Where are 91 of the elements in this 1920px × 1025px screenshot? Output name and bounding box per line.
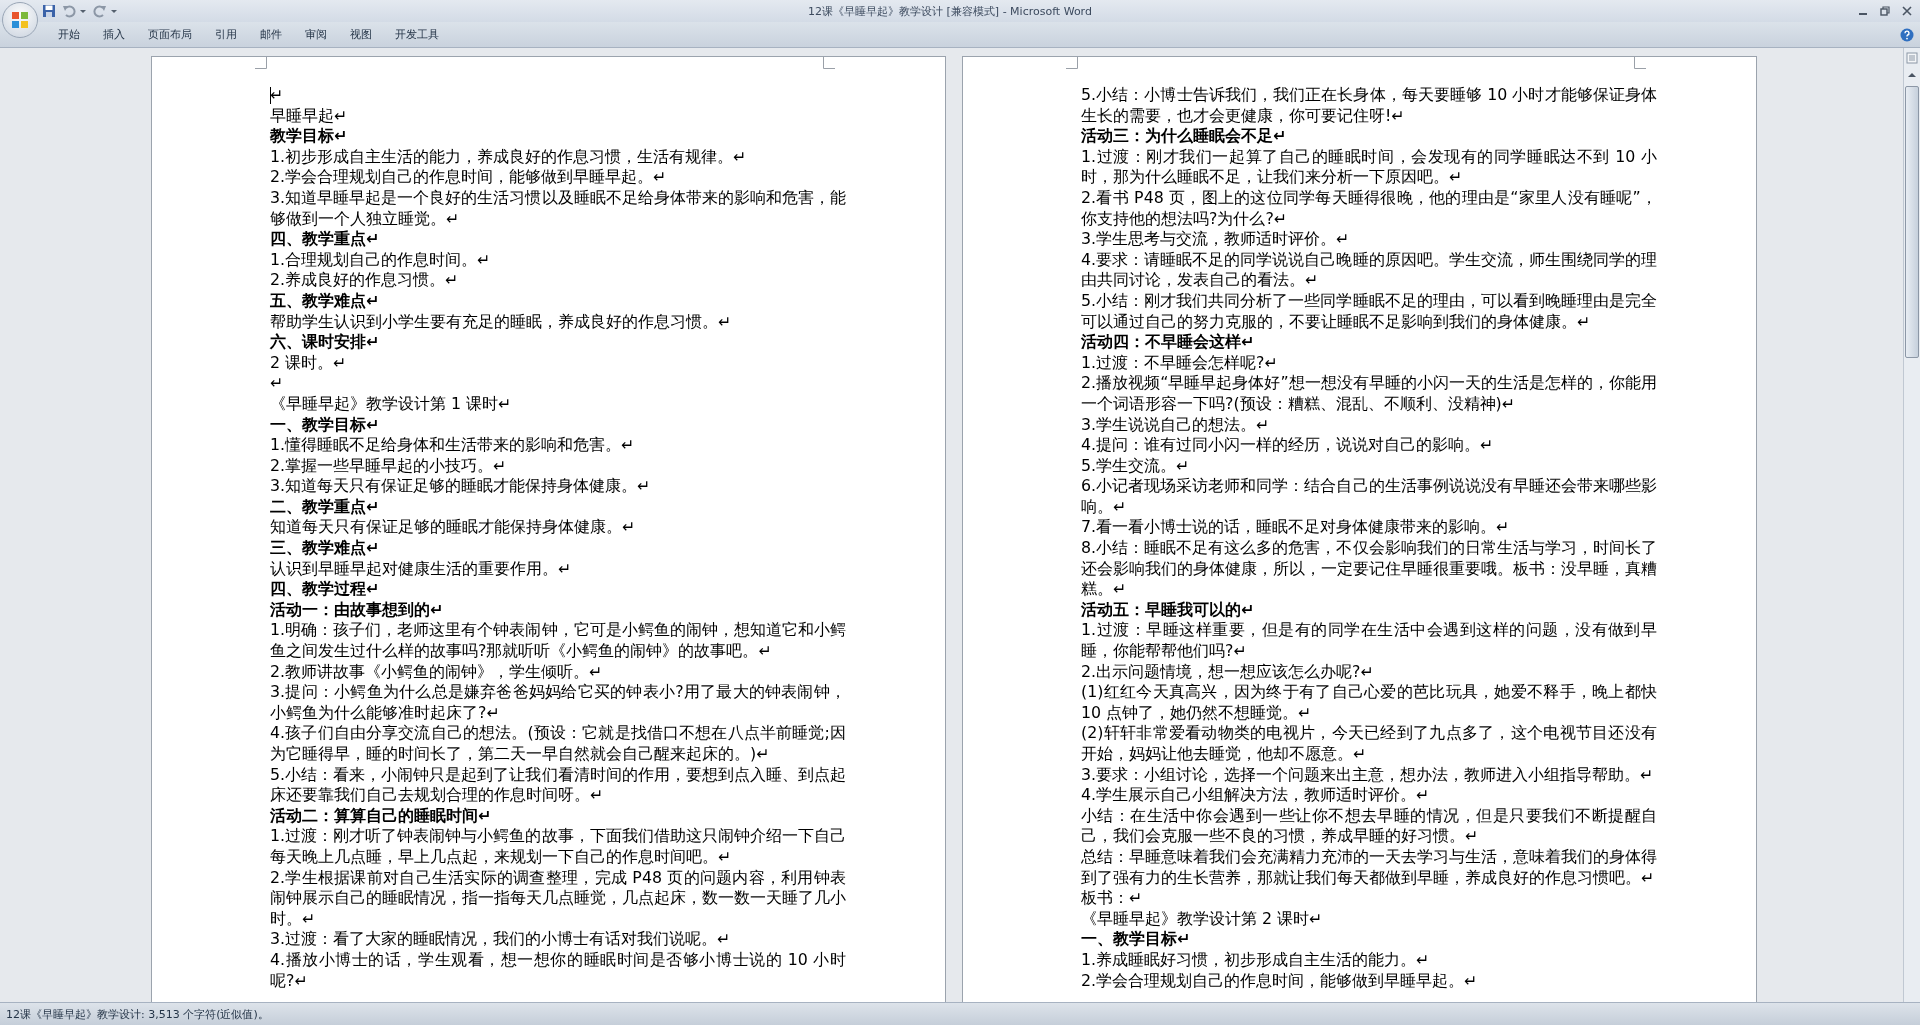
paragraph: 1.养成睡眠好习惯，初步形成自主生活的能力。↵: [1081, 949, 1431, 971]
paragraph: 5.小结：小博士告诉我们，我们正在长身体，每天要睡够 10 小时才能够保证身体生长的需要，也才会更健康，你可要记住呀!↵: [1081, 85, 1657, 127]
ribbon-tab[interactable]: 开发工具: [385, 25, 449, 44]
paragraph: 活动二：算算自己的睡眠时间↵: [270, 805, 493, 827]
margin-corner-icon: [823, 57, 835, 69]
paragraph: 1.明确：孩子们，老师这里有个钟表闹钟，它可是小鳄鱼的闹钟，想知道它和小鳄鱼之间发生过什么样的故事吗?那就听听《小鳄鱼的闹钟》的故事吧。↵: [270, 620, 846, 662]
paragraph: 早睡早起↵: [270, 105, 349, 127]
paragraph: 2 课时。↵: [270, 352, 348, 374]
paragraph: 小结：在生活中你会遇到一些让你不想去早睡的情况，但是只要我们不断提醒自己，我们会克服一些不良的习惯，养成早睡的好习惯。↵: [1081, 805, 1657, 847]
paragraph: 一、教学目标↵: [270, 414, 381, 436]
paragraph: 1.过渡：早睡这样重要，但是有的同学在生活中会遇到这样的问题，没有做到早睡，你能帮帮他们吗?↵: [1081, 620, 1657, 662]
paragraph: 1.初步形成自主生活的能力，养成良好的作息习惯，生活有规律。↵: [270, 146, 748, 168]
customize-caret-icon[interactable]: [110, 7, 118, 15]
paragraph: 帮助学生认识到小学生要有充足的睡眠，养成良好的作息习惯。↵: [270, 311, 733, 333]
paragraph: 板书：↵: [1081, 888, 1144, 909]
scroll-up-icon[interactable]: [1907, 70, 1917, 80]
margin-corner-icon: [255, 57, 267, 69]
paragraph: 1.合理规划自己的作息时间。↵: [270, 249, 492, 271]
paragraph: 3.知道早睡早起是一个良好的生活习惯以及睡眠不足给身体带来的影响和危害，能够做到一个人独立睡觉。↵: [270, 187, 846, 230]
paragraph: ↵: [270, 373, 285, 394]
paragraph: 1.过渡：刚才听了钟表闹钟与小鳄鱼的故事，下面我们借助这只闹钟介绍一下自己每天晚上几点睡，早上几点起，来规划一下自己的作息时间吧。↵: [270, 826, 846, 868]
paragraph: 4.要求：请睡眠不足的同学说说自己晚睡的原因吧。学生交流，师生围绕同学的理由共同讨论，发表自己的看法。↵: [1081, 249, 1657, 291]
paragraph: 3.知道每天只有保证足够的睡眠才能保持身体健康。↵: [270, 476, 652, 497]
paragraph: 5.学生交流。↵: [1081, 455, 1191, 477]
paragraph: (1)红红今天真高兴，因为终于有了自己心爱的芭比玩具，她爱不释手，晚上都快 10 点钟了，她仍然不想睡觉。↵: [1081, 682, 1657, 724]
paragraph: 2.学会合理规划自己的作息时间，能够做到早睡早起。↵: [1081, 970, 1479, 992]
paragraph: 四、教学重点↵: [270, 229, 381, 250]
paragraph: 一、教学目标↵: [1081, 929, 1192, 950]
paragraph: 2.学会合理规划自己的作息时间，能够做到早睡早起。↵: [270, 167, 668, 188]
paragraph: 4.播放小博士的话，学生观看，想一想你的睡眠时间是否够小博士说的 10 小时呢?↵: [270, 949, 846, 992]
paragraph: 3.学生说说自己的想法。↵: [1081, 414, 1271, 436]
help-icon[interactable]: [1900, 27, 1914, 42]
paragraph: 活动一：由故事想到的↵: [270, 599, 445, 621]
paragraph: 四、教学过程↵: [270, 579, 381, 600]
paragraph: 活动三：为什么睡眠会不足↵: [1081, 126, 1288, 147]
paragraph: 三、教学难点↵: [270, 538, 381, 559]
paragraph: ↵: [270, 85, 285, 106]
office-button[interactable]: [2, 2, 38, 38]
ribbon-tab[interactable]: 插入: [93, 25, 135, 44]
paragraph: 活动四：不早睡会这样↵: [1081, 332, 1256, 353]
paragraph: 2.教师讲故事《小鳄鱼的闹钟》，学生倾听。↵: [270, 661, 604, 683]
ribbon-tab[interactable]: 视图: [340, 25, 382, 44]
paragraph: 2.看书 P48 页，图上的这位同学每天睡得很晚，他的理由是“家里人没有睡呢”，你支持他的想法吗?为什么?↵: [1081, 187, 1657, 230]
ribbon-tab[interactable]: 开始: [48, 25, 90, 44]
paragraph: 3.提问：小鳄鱼为什么总是嫌弃爸爸妈妈给它买的钟表小?用了最大的钟表闹钟，小鳄鱼为什么能够准时起床了?↵: [270, 682, 846, 724]
ribbon-tab[interactable]: 邮件: [250, 25, 292, 44]
paragraph: 4.提问：谁有过同小闪一样的经历，说说对自己的影响。↵: [1081, 435, 1495, 456]
paragraph: 认识到早睡早起对健康生活的重要作用。↵: [270, 558, 573, 580]
paragraph: 活动五：早睡我可以的↵: [1081, 599, 1256, 621]
paragraph: 4.学生展示自己小组解决方法，教师适时评价。↵: [1081, 785, 1431, 806]
paragraph: 知道每天只有保证足够的睡眠才能保持身体健康。↵: [270, 517, 637, 539]
paragraph: 2.出示问题情境，想一想应该怎么办呢?↵: [1081, 661, 1375, 683]
paragraph: 1.过渡：刚才我们一起算了自己的睡眠时间，会发现有的同学睡眠达不到 10 小时，那为什么睡眠不足，让我们来分析一下原因吧。↵: [1081, 146, 1657, 188]
paragraph: 《早睡早起》教学设计第 2 课时↵: [1081, 908, 1324, 930]
paragraph: 6.小记者现场采访老师和同学：结合自己的生活事例说说没有早睡还会带来哪些影响。↵: [1081, 476, 1657, 518]
paragraph: 7.看一看小博士说的话，睡眠不足对身体健康带来的影响。↵: [1081, 517, 1511, 539]
paragraph: 5.小结：看来，小闹钟只是起到了让我们看清时间的作用，要想到点入睡、到点起床还要靠我们自己去规划合理的作息时间呀。↵: [270, 764, 846, 806]
paragraph: (2)轩轩非常爱看动物类的电视片，今天已经到了九点多了，这个电视节目还没有开始，妈妈让他去睡觉，他却不愿意。↵: [1081, 723, 1657, 765]
paragraph: 4.孩子们自由分享交流自己的想法。(预设：它就是找借口不想在八点半前睡觉;因为它睡得早，睡的时间长了，第二天一早自然就会自己醒来起床的。)↵: [270, 723, 846, 765]
paragraph: 五、教学难点↵: [270, 290, 381, 312]
paragraph: 3.过渡：看了大家的睡眠情况，我们的小博士有话对我们说呢。↵: [270, 929, 732, 950]
ribbon-tab[interactable]: 页面布局: [138, 25, 202, 44]
paragraph: 总结：早睡意味着我们会充满精力充沛的一天去学习与生活，意味着我们的身体得到了强有力的生长营养，那就让我们每天都做到早睡，养成良好的作息习惯吧。↵: [1081, 846, 1657, 889]
paragraph: 六、课时安排↵: [270, 332, 381, 353]
paragraph: 二、教学重点↵: [270, 496, 381, 518]
paragraph: 2.掌握一些早睡早起的小技巧。↵: [270, 455, 508, 477]
status-text: 12课《早睡早起》教学设计: 3,513 个字符(近似值)。: [6, 1006, 269, 1022]
paragraph: 8.小结：睡眠不足有这么多的危害，不仅会影响我们的日常生活与学习，时间长了还会影响我们的身体健康，所以，一定要记住早睡很重要哦。板书：没早睡，真糟糕。↵: [1081, 538, 1657, 600]
paragraph: 5.小结：刚才我们共同分析了一些同学睡眠不足的理由，可以看到晚睡理由是完全可以通过自己的努力克服的，不要让睡眠不足影响到我们的身体健康。↵: [1081, 290, 1657, 333]
paragraph: 1.懂得睡眠不足给身体和生活带来的影响和危害。↵: [270, 435, 636, 456]
paragraph: 教学目标↵: [270, 126, 349, 147]
save-icon[interactable]: [42, 4, 56, 18]
ribbon-tab[interactable]: 审阅: [295, 25, 337, 44]
paragraph: 3.学生思考与交流，教师适时评价。↵: [1081, 229, 1351, 250]
paragraph: 1.过渡：不早睡会怎样呢?↵: [1081, 352, 1279, 374]
close-icon[interactable]: [1902, 6, 1912, 16]
paragraph: 2.播放视频“早睡早起身体好”想一想没有早睡的小闪一天的生活是怎样的，你能用一个词语形容一下吗?(预设：糟糕、混乱、不顺利、没精神)↵: [1081, 373, 1657, 415]
vertical-scrollbar[interactable]: [1903, 48, 1920, 1002]
paragraph: 2.养成良好的作息习惯。↵: [270, 270, 460, 291]
margin-corner-icon: [1066, 57, 1078, 69]
margin-corner-icon: [1634, 57, 1646, 69]
dropdown-caret-icon[interactable]: [79, 7, 87, 15]
scroll-thumb[interactable]: [1905, 86, 1919, 358]
paragraph: 2.学生根据课前对自己生活实际的调查整理，完成 P48 页的问题内容，利用钟表闹钟展示自己的睡眠情况，指一指每天几点睡觉，几点起床，数一数一天睡了几小时。↵: [270, 867, 846, 930]
paragraph: 3.要求：小组讨论，选择一个问题来出主意，想办法，教师进入小组指导帮助。↵: [1081, 764, 1655, 786]
office-logo-icon: [10, 10, 30, 30]
ruler-toggle-icon[interactable]: [1906, 52, 1918, 64]
ribbon-tab[interactable]: 引用: [205, 25, 247, 44]
restore-icon[interactable]: [1880, 6, 1890, 16]
window-title: 12课《早睡早起》教学设计 [兼容模式] - Microsoft Word: [807, 3, 1093, 19]
paragraph: 《早睡早起》教学设计第 1 课时↵: [270, 393, 513, 415]
